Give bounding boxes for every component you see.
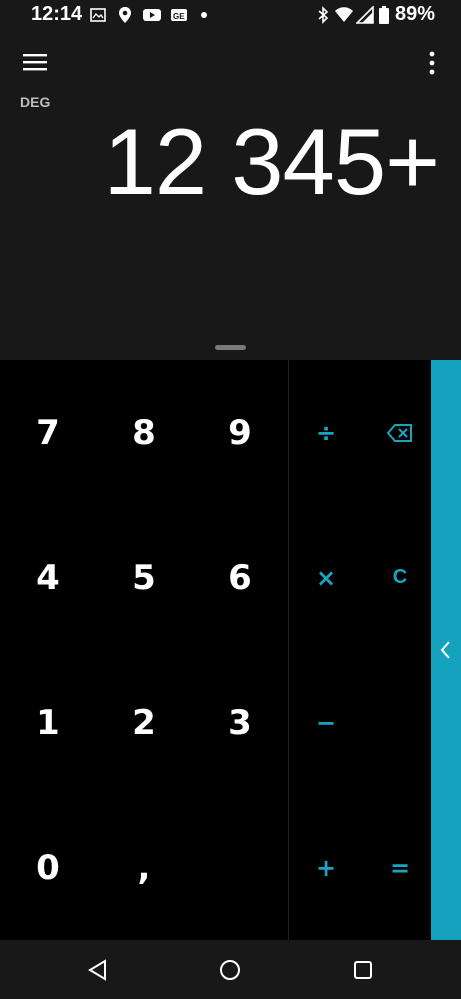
keypad: 7 8 9 4 5 6 1 2 3 0 , ÷ × C − + = bbox=[0, 360, 461, 940]
clear-button[interactable]: C bbox=[363, 505, 437, 650]
recents-icon[interactable] bbox=[351, 958, 375, 982]
minus-button[interactable]: − bbox=[289, 650, 363, 795]
navigation-bar bbox=[0, 940, 461, 999]
svg-text:GE: GE bbox=[173, 12, 185, 21]
back-icon[interactable] bbox=[86, 958, 110, 982]
signal-icon bbox=[356, 6, 374, 24]
home-icon[interactable] bbox=[218, 958, 242, 982]
number-pad: 7 8 9 4 5 6 1 2 3 0 , bbox=[0, 360, 288, 940]
location-icon bbox=[119, 7, 131, 23]
more-options-icon[interactable] bbox=[424, 50, 440, 76]
digit-2-button[interactable]: 2 bbox=[96, 650, 192, 795]
bluetooth-icon bbox=[318, 6, 329, 24]
wifi-icon bbox=[335, 7, 353, 22]
battery-percent: 89% bbox=[395, 3, 436, 25]
advanced-panel-toggle[interactable] bbox=[431, 360, 461, 940]
drag-handle[interactable] bbox=[215, 345, 246, 350]
digit-8-button[interactable]: 8 bbox=[96, 360, 192, 505]
digit-1-button[interactable]: 1 bbox=[0, 650, 96, 795]
equals-button[interactable]: = bbox=[363, 795, 437, 940]
multiply-button[interactable]: × bbox=[289, 505, 363, 650]
digit-5-button[interactable]: 5 bbox=[96, 505, 192, 650]
digit-4-button[interactable]: 4 bbox=[0, 505, 96, 650]
gallery-icon bbox=[90, 8, 106, 22]
notification-dot bbox=[201, 12, 207, 18]
news-icon: GE bbox=[171, 9, 187, 21]
digit-9-button[interactable]: 9 bbox=[192, 360, 288, 505]
operator-pad: ÷ × C − + = bbox=[289, 360, 431, 940]
status-bar: 12:14 GE 89% bbox=[0, 0, 461, 30]
battery-icon bbox=[379, 6, 389, 24]
backspace-icon bbox=[387, 423, 412, 442]
digit-7-button[interactable]: 7 bbox=[0, 360, 96, 505]
backspace-button[interactable] bbox=[363, 360, 437, 505]
digit-0-button[interactable]: 0 bbox=[0, 795, 96, 940]
angle-mode-label[interactable]: DEG bbox=[20, 94, 50, 110]
expression-display[interactable]: 12 345+ bbox=[104, 108, 440, 216]
status-time: 12:14 bbox=[31, 3, 83, 25]
menu-icon[interactable] bbox=[23, 52, 47, 72]
digit-6-button[interactable]: 6 bbox=[192, 505, 288, 650]
digit-3-button[interactable]: 3 bbox=[192, 650, 288, 795]
chevron-left-icon bbox=[440, 641, 450, 659]
youtube-icon bbox=[143, 9, 161, 21]
calculator-display: DEG 12 345+ bbox=[0, 30, 461, 360]
plus-button[interactable]: + bbox=[289, 795, 363, 940]
divide-button[interactable]: ÷ bbox=[289, 360, 363, 505]
decimal-separator-button[interactable]: , bbox=[96, 795, 192, 940]
